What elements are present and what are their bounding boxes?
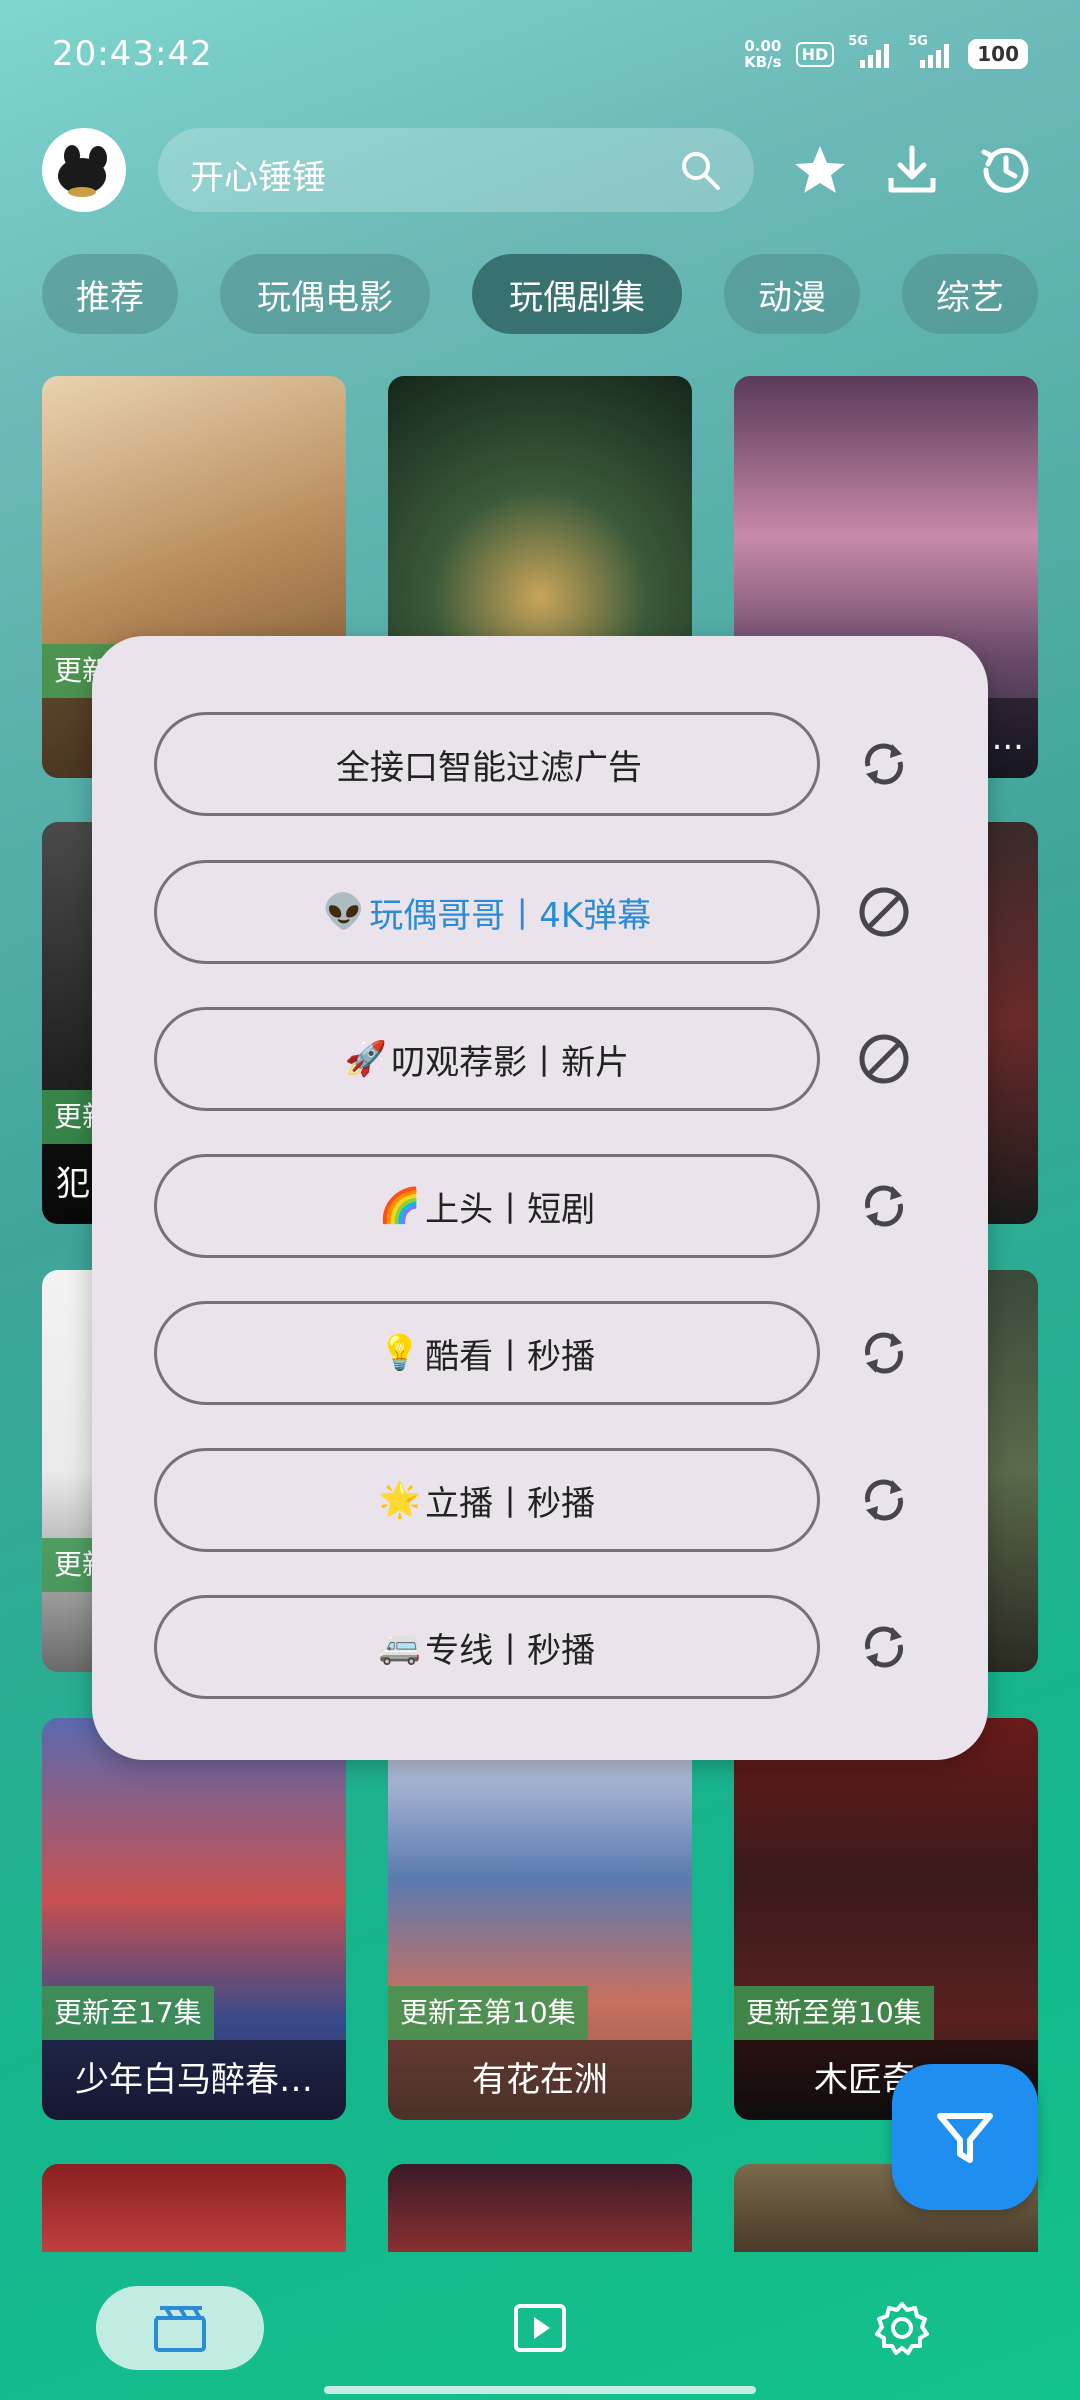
home-indicator [324, 2386, 756, 2394]
signal-icon: 5G [848, 34, 894, 68]
refresh-icon[interactable] [856, 1472, 912, 1528]
source-button[interactable]: 🚀 叨观荐影丨新片 [154, 1007, 820, 1111]
block-icon[interactable] [856, 1031, 912, 1087]
history-icon[interactable] [976, 140, 1036, 200]
category-tabs: 推荐 玩偶电影 玩偶剧集 动漫 综艺 [42, 254, 1038, 334]
filter-icon [937, 2113, 993, 2163]
source-button[interactable]: 🚐 专线丨秒播 [154, 1595, 820, 1699]
refresh-icon[interactable] [856, 736, 912, 792]
hd-icon: HD [795, 41, 835, 67]
search-bar[interactable]: 开心锤锤 [158, 128, 754, 212]
signal-icon: 5G [908, 34, 954, 68]
block-icon[interactable] [856, 884, 912, 940]
status-bar: 20:43:42 0.00 KB/s HD 5G 5G 100 [0, 0, 1080, 110]
status-icons: 0.00 KB/s HD 5G 5G 100 [744, 34, 1028, 70]
source-label: 叨观荐影丨新片 [391, 1042, 630, 1083]
source-label: 上头丨短剧 [425, 1189, 596, 1230]
download-icon[interactable] [882, 140, 942, 200]
battery-icon: 100 [968, 39, 1028, 69]
source-label: 酷看丨秒播 [425, 1336, 596, 1377]
update-badge: 更新至第10集 [388, 1986, 588, 2040]
star-icon[interactable] [790, 140, 850, 200]
source-emoji: 🌟 [378, 1480, 422, 1520]
source-row: 🚀 叨观荐影丨新片 [154, 1007, 912, 1111]
net-speed-value: 0.00 [744, 37, 782, 55]
net-speed: 0.00 KB/s [744, 38, 781, 70]
settings-icon[interactable] [872, 2298, 932, 2358]
tab-movies[interactable]: 玩偶电影 [220, 254, 430, 334]
poster-card[interactable] [42, 2164, 346, 2252]
source-row: 👽 玩偶哥哥丨4K弹幕 [154, 860, 912, 964]
source-row: 🌈 上头丨短剧 [154, 1154, 912, 1258]
clapperboard-icon [154, 2306, 206, 2352]
source-emoji: 🌈 [378, 1186, 422, 1226]
poster-card[interactable]: 更新至第10集 木匠奇 [734, 1718, 1038, 2120]
source-button[interactable]: 💡 酷看丨秒播 [154, 1301, 820, 1405]
source-label: 全接口智能过滤广告 [336, 747, 642, 788]
source-row: 全接口智能过滤广告 [154, 712, 912, 816]
poster-card[interactable]: 更新至17集 少年白马醉春… [42, 1718, 346, 2120]
source-button[interactable]: 🌈 上头丨短剧 [154, 1154, 820, 1258]
source-emoji: 🚐 [378, 1627, 422, 1667]
tab-variety[interactable]: 综艺 [902, 254, 1038, 334]
status-time: 20:43:42 [52, 34, 213, 74]
source-label: 立播丨秒播 [425, 1483, 596, 1524]
source-dialog: 全接口智能过滤广告 👽 玩偶哥哥丨4K弹幕 🚀 叨观荐影丨新片 🌈 上头丨短剧 … [92, 636, 988, 1760]
update-badge: 更新至17集 [42, 1986, 214, 2040]
refresh-icon[interactable] [856, 1325, 912, 1381]
source-button[interactable]: 🌟 立播丨秒播 [154, 1448, 820, 1552]
refresh-icon[interactable] [856, 1619, 912, 1675]
source-row: 🌟 立播丨秒播 [154, 1448, 912, 1552]
sim1-label: 5G [848, 34, 868, 49]
search-text: 开心锤锤 [190, 158, 326, 198]
poster-title: 有花在洲 [388, 2040, 692, 2120]
refresh-icon[interactable] [856, 1178, 912, 1234]
avatar[interactable] [42, 128, 126, 212]
update-badge: 更新至第10集 [734, 1986, 934, 2040]
poster-card[interactable]: 更新至第10集 有花在洲 [388, 1718, 692, 2120]
source-emoji: 🚀 [344, 1039, 388, 1079]
net-speed-unit: KB/s [744, 53, 782, 71]
poster-title: 少年白马醉春… [42, 2040, 346, 2120]
source-row: 🚐 专线丨秒播 [154, 1595, 912, 1699]
tab-series[interactable]: 玩偶剧集 [472, 254, 682, 334]
poster-card[interactable] [388, 2164, 692, 2252]
source-label: 玩偶哥哥丨4K弹幕 [369, 895, 652, 936]
filter-fab[interactable] [892, 2064, 1038, 2210]
source-row: 💡 酷看丨秒播 [154, 1301, 912, 1405]
source-emoji: 💡 [378, 1333, 422, 1373]
nav-home[interactable] [96, 2286, 264, 2370]
tab-anime[interactable]: 动漫 [724, 254, 860, 334]
search-icon[interactable] [678, 148, 722, 192]
source-button[interactable]: 👽 玩偶哥哥丨4K弹幕 [154, 860, 820, 964]
source-button[interactable]: 全接口智能过滤广告 [154, 712, 820, 816]
play-icon[interactable] [512, 2300, 568, 2356]
source-label: 专线丨秒播 [425, 1630, 596, 1671]
source-emoji: 👽 [322, 892, 366, 932]
sim2-label: 5G [908, 34, 928, 49]
tab-recommend[interactable]: 推荐 [42, 254, 178, 334]
